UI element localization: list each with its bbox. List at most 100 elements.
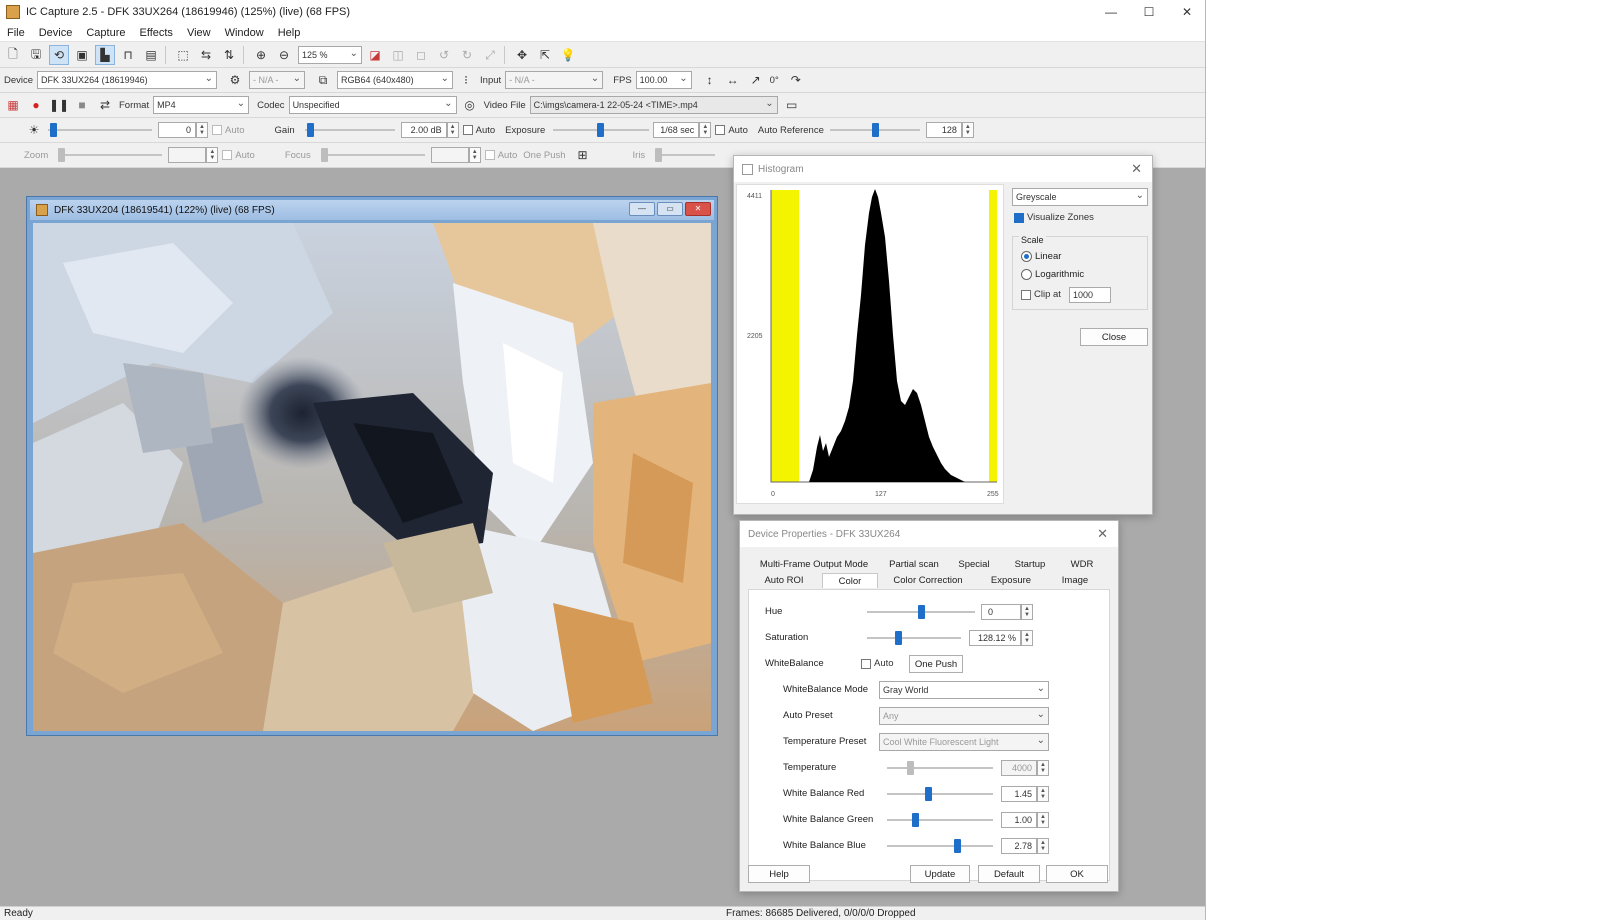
rotate-right-icon[interactable]: ↻: [457, 45, 477, 65]
saturation-slider[interactable]: [867, 629, 961, 647]
wb-red-slider[interactable]: [887, 785, 993, 803]
help-bulb-icon[interactable]: 💡: [558, 45, 578, 65]
wb-blue-value[interactable]: 2.78: [1001, 838, 1037, 854]
gain-slider[interactable]: [304, 121, 395, 139]
wb-mode-select[interactable]: Gray World: [879, 681, 1049, 699]
auto-reference-slider[interactable]: [829, 121, 920, 139]
wb-green-slider[interactable]: [887, 811, 993, 829]
device-props-icon[interactable]: ▤: [141, 45, 161, 65]
save-icon[interactable]: 🖫: [26, 45, 46, 65]
linear-radio[interactable]: Linear: [1021, 251, 1061, 262]
browse-icon[interactable]: ▭: [782, 95, 802, 115]
ok-button[interactable]: OK: [1046, 865, 1108, 883]
device-select[interactable]: DFK 33UX264 (18619946): [37, 71, 218, 89]
codec-properties-icon[interactable]: ◎: [460, 95, 480, 115]
zoom-value[interactable]: [168, 147, 207, 163]
whitebalance-auto-checkbox[interactable]: Auto: [861, 658, 894, 669]
live-window-maximize[interactable]: ▭: [657, 202, 683, 216]
saturation-spinner[interactable]: ▲ ▼: [1021, 630, 1033, 646]
gain-spinner[interactable]: ▲ ▼: [446, 122, 459, 138]
fps-select[interactable]: 100.00: [635, 71, 692, 89]
trigger-icon[interactable]: ⊓: [118, 45, 138, 65]
device-settings-icon[interactable]: ⚙: [225, 70, 245, 90]
wb-red-value[interactable]: 1.45: [1001, 786, 1037, 802]
menu-capture[interactable]: Capture: [79, 27, 132, 39]
menu-file[interactable]: File: [0, 27, 32, 39]
rotation-value[interactable]: 0°: [770, 75, 779, 86]
channels-icon[interactable]: ⁝: [456, 70, 476, 90]
context-help-icon[interactable]: ⇱: [535, 45, 555, 65]
zoom-spinner[interactable]: ▲ ▼: [206, 147, 219, 163]
brightness-slider[interactable]: [48, 121, 152, 139]
brightness-spinner[interactable]: ▲ ▼: [196, 122, 208, 138]
record-window-icon[interactable]: ◪: [365, 45, 385, 65]
sink-icon[interactable]: ⇄: [95, 95, 115, 115]
live-window-close[interactable]: ✕: [685, 202, 711, 216]
live-icon[interactable]: ⟲: [49, 45, 69, 65]
record-icon[interactable]: ●: [26, 95, 46, 115]
logarithmic-radio[interactable]: Logarithmic: [1021, 269, 1084, 280]
wb-green-spinner[interactable]: ▲ ▼: [1037, 812, 1049, 828]
move-icon[interactable]: ✥: [512, 45, 532, 65]
tab-wdr[interactable]: WDR: [1060, 557, 1104, 572]
overlay-icon[interactable]: ◫: [388, 45, 408, 65]
update-button[interactable]: Update: [910, 865, 970, 883]
clip-at-checkbox[interactable]: Clip at: [1021, 289, 1061, 300]
rotate-left-icon[interactable]: ↺: [434, 45, 454, 65]
zoom-select[interactable]: 125 %: [298, 46, 362, 64]
focus-spinner[interactable]: ▲ ▼: [468, 147, 481, 163]
zoom-slider[interactable]: [58, 146, 163, 164]
capture-settings-icon[interactable]: ▦: [3, 95, 23, 115]
codec-select[interactable]: Unspecified: [288, 96, 457, 114]
file-format-select[interactable]: MP4: [153, 96, 250, 114]
tab-special[interactable]: Special: [948, 557, 1000, 572]
auto-reference-value[interactable]: 128: [925, 122, 962, 138]
temperature-spinner[interactable]: ▲ ▼: [1037, 760, 1049, 776]
pause-icon[interactable]: ❚❚: [49, 95, 69, 115]
wb-blue-slider[interactable]: [887, 837, 993, 855]
device-properties-titlebar[interactable]: Device Properties - DFK 33UX264: [740, 521, 1118, 547]
menu-view[interactable]: View: [180, 27, 218, 39]
clip-value-input[interactable]: 1000: [1069, 287, 1111, 303]
new-icon[interactable]: 🗋: [3, 45, 23, 65]
video-format-select[interactable]: RGB64 (640x480): [337, 71, 454, 89]
video-format-icon[interactable]: ⧉: [313, 70, 333, 90]
default-button[interactable]: Default: [978, 865, 1040, 883]
one-push-whitebalance-button[interactable]: One Push: [909, 655, 963, 673]
snapshot-icon[interactable]: ▣: [72, 45, 92, 65]
exposure-slider[interactable]: [553, 121, 650, 139]
auto-reference-spinner[interactable]: ▲ ▼: [961, 122, 974, 138]
temperature-preset-select[interactable]: Cool White Fluorescent Light: [879, 733, 1049, 751]
histogram-close-icon[interactable]: ✕: [1131, 161, 1142, 177]
video-file-path[interactable]: C:\imgs\camera-1 22-05-24 <TIME>.mp4: [529, 96, 778, 114]
exposure-spinner[interactable]: ▲ ▼: [699, 122, 712, 138]
flip-vertical-icon[interactable]: ↕: [700, 70, 720, 90]
histogram-icon[interactable]: ▙: [95, 45, 115, 65]
brightness-value[interactable]: 0: [158, 122, 196, 138]
wb-green-value[interactable]: 1.00: [1001, 812, 1037, 828]
exposure-value[interactable]: 1/68 sec: [653, 122, 700, 138]
tab-multi-frame[interactable]: Multi-Frame Output Mode: [748, 557, 880, 572]
one-push-focus-icon[interactable]: ⊞: [573, 145, 593, 165]
zoom-out-icon[interactable]: ⊖: [274, 45, 294, 65]
hue-slider[interactable]: [867, 603, 975, 621]
iris-slider[interactable]: [655, 146, 716, 164]
tab-color[interactable]: Color: [822, 573, 878, 588]
temperature-value[interactable]: 4000: [1001, 760, 1037, 776]
fit-icon[interactable]: ⤢: [480, 45, 500, 65]
histogram-titlebar[interactable]: Histogram: [734, 156, 1152, 182]
device-properties-close-icon[interactable]: ✕: [1097, 526, 1108, 542]
video-norm-select[interactable]: - N/A -: [249, 71, 306, 89]
tab-exposure[interactable]: Exposure: [978, 573, 1044, 588]
stop-icon[interactable]: ■: [72, 95, 92, 115]
roi-icon[interactable]: ◻: [411, 45, 431, 65]
live-window-minimize[interactable]: —: [629, 202, 655, 216]
mirror-icon[interactable]: ⇅: [219, 45, 239, 65]
menu-device[interactable]: Device: [32, 27, 80, 39]
brightness-auto-checkbox[interactable]: Auto: [212, 125, 245, 136]
zoom-auto-checkbox[interactable]: Auto: [222, 150, 255, 161]
temperature-slider[interactable]: [887, 759, 993, 777]
minimize-button[interactable]: —: [1092, 0, 1130, 24]
menu-window[interactable]: Window: [218, 27, 271, 39]
focus-value[interactable]: [430, 147, 469, 163]
